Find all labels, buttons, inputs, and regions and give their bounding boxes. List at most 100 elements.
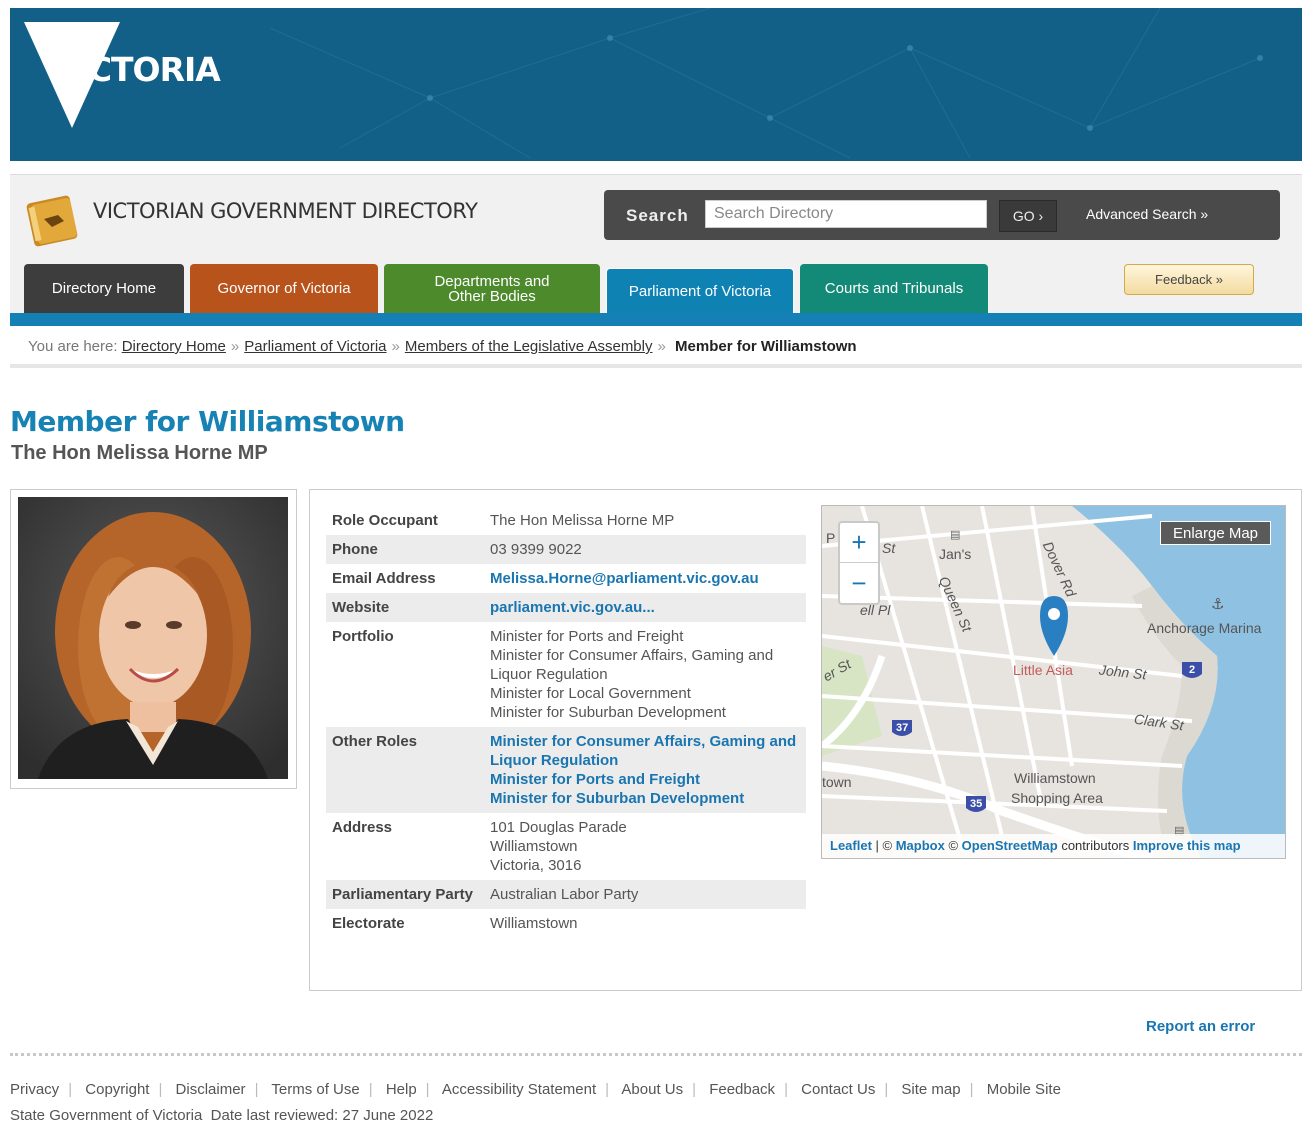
role-occupant-value: The Hon Melissa Horne MP [490,512,675,529]
breadcrumb-legislative-assembly[interactable]: Members of the Legislative Assembly [405,338,653,355]
tab-parliament-of-victoria[interactable]: Parliament of Victoria [606,268,794,313]
table-row: Address 101 Douglas Parade Williamstown … [326,813,806,880]
zoom-in-button[interactable]: + [840,523,878,563]
breadcrumb-separator: » [230,338,240,355]
footer-link-feedback[interactable]: Feedback [709,1081,775,1098]
report-error-link[interactable]: Report an error [1146,1018,1255,1035]
other-role-link[interactable]: Minister for Ports and Freight [490,771,700,788]
phone-label: Phone [332,541,378,558]
map-attribution: Leaflet | © Mapbox © OpenStreetMap contr… [822,834,1285,858]
footer-links: Privacy | Copyright | Disclaimer | Terms of… [10,1081,1061,1098]
tab-strip [10,313,1302,327]
footer-link-help[interactable]: Help [386,1081,417,1098]
directory-header: VICTORIAN GOVERNMENT DIRECTORY Search GO… [10,174,1302,327]
table-row: Other Roles Minister for Consumer Affair… [326,727,806,813]
footer-link-privacy[interactable]: Privacy [10,1081,59,1098]
breadcrumb-directory-home[interactable]: Directory Home [122,338,226,355]
website-link[interactable]: parliament.vic.gov.au... [490,599,655,616]
address-line: Victoria, 3016 [490,857,582,874]
footer-link-disclaimer[interactable]: Disclaimer [176,1081,246,1098]
footer-link-accessibility[interactable]: Accessibility Statement [442,1081,596,1098]
party-label: Parliamentary Party [332,886,473,903]
member-photo [18,497,288,779]
zoom-out-button[interactable]: − [840,563,878,603]
portfolio-label: Portfolio [332,628,394,645]
search-label: Search [626,206,689,225]
party-value: Australian Labor Party [490,886,639,903]
email-link[interactable]: Melissa.Horne@parliament.vic.gov.au [490,570,759,587]
go-button[interactable]: GO › [999,200,1057,232]
breadcrumb-current: Member for Williamstown [675,338,857,355]
breadcrumb-parliament-of-victoria[interactable]: Parliament of Victoria [244,338,386,355]
footer-link-contact-us[interactable]: Contact Us [801,1081,875,1098]
other-roles-label: Other Roles [332,733,418,750]
member-details-table: Role Occupant The Hon Melissa Horne MP P… [326,506,806,938]
portfolio-item: Minister for Ports and Freight [490,628,684,645]
table-row: Website parliament.vic.gov.au... [326,593,806,622]
tab-directory-home[interactable]: Directory Home [24,264,184,313]
map-label: town [822,774,852,790]
victoria-logo-text: VICTORIA [52,50,221,89]
breadcrumb: You are here: Directory Home» Parliament … [10,326,1302,368]
footer-link-about-us[interactable]: About Us [621,1081,683,1098]
map-label: 2 [1189,664,1196,676]
table-row: Portfolio Minister for Ports and Freight… [326,622,806,727]
directory-book-icon[interactable] [24,189,86,249]
attribution-text: © [944,838,962,853]
phone-value: 03 9399 9022 [490,541,582,558]
electorate-label: Electorate [332,915,405,932]
svg-text:▤: ▤ [950,528,960,541]
map-label: 37 [896,722,909,734]
attribution-text: | © [871,838,896,853]
other-role-link[interactable]: Minister for Consumer Affairs, Gaming an… [490,733,796,769]
footer-link-site-map[interactable]: Site map [901,1081,960,1098]
footer-link-copyright[interactable]: Copyright [85,1081,149,1098]
map-label: P [826,530,836,546]
feedback-button[interactable]: Feedback » [1124,264,1254,295]
tab-courts-and-tribunals[interactable]: Courts and Tribunals [800,264,988,313]
footer-divider [10,1053,1302,1056]
leaflet-link[interactable]: Leaflet [830,838,872,853]
victoria-banner: VICTORIA [10,8,1302,161]
page-title: Member for Williamstown [10,405,405,438]
improve-map-link[interactable]: Improve this map [1133,838,1241,853]
tab-governor-of-victoria[interactable]: Governor of Victoria [190,264,378,313]
attribution-text: contributors [1057,838,1133,853]
tab-departments-and-other-bodies[interactable]: Departments and Other Bodies [384,264,600,313]
search-bar: Search GO › Advanced Search » [604,190,1280,240]
map-label: Williamstown [1014,770,1096,786]
advanced-search-link[interactable]: Advanced Search » [1086,206,1208,222]
table-row: Parliamentary Party Australian Labor Par… [326,880,806,909]
tab-departments-line2: Other Bodies [448,287,536,305]
map-zoom-control: + − [838,521,880,605]
table-row: Email Address Melissa.Horne@parliament.v… [326,564,806,593]
website-label: Website [332,599,390,616]
footer-link-terms-of-use[interactable]: Terms of Use [271,1081,359,1098]
member-photo-frame [10,489,297,789]
footer-link-mobile-site[interactable]: Mobile Site [987,1081,1061,1098]
tab-departments-line1: Departments and [434,272,550,290]
enlarge-map-button[interactable]: Enlarge Map [1160,521,1271,545]
map-label: 35 [970,798,983,810]
address-label: Address [332,819,393,836]
map-label: Little Asia [1013,662,1073,678]
mapbox-link[interactable]: Mapbox [896,838,945,853]
address-line: Williamstown [490,838,578,855]
map-label: Shopping Area [1011,790,1103,806]
portfolio-item: Minister for Suburban Development [490,704,726,721]
electorate-value: Williamstown [490,915,578,932]
location-map[interactable]: ⚓ ▤ ▤ P St Jan's Queen St Dover Rd ell P… [821,505,1286,859]
search-input[interactable] [705,200,987,228]
page: VICTORIA VICTORIAN GOVERNMENT DIRECTORY … [0,0,1312,1126]
breadcrumb-prefix: You are here: [28,338,118,355]
table-row: Electorate Williamstown [326,909,806,938]
map-label: Anchorage Marina [1147,620,1262,636]
address-line: 101 Douglas Parade [490,819,627,836]
other-role-link[interactable]: Minister for Suburban Development [490,790,744,807]
directory-title: VICTORIAN GOVERNMENT DIRECTORY [93,199,478,223]
openstreetmap-link[interactable]: OpenStreetMap [962,838,1058,853]
breadcrumb-separator: » [657,338,666,355]
breadcrumb-separator: » [391,338,400,355]
table-row: Role Occupant The Hon Melissa Horne MP [326,506,806,535]
member-details-panel: Role Occupant The Hon Melissa Horne MP P… [309,489,1302,991]
